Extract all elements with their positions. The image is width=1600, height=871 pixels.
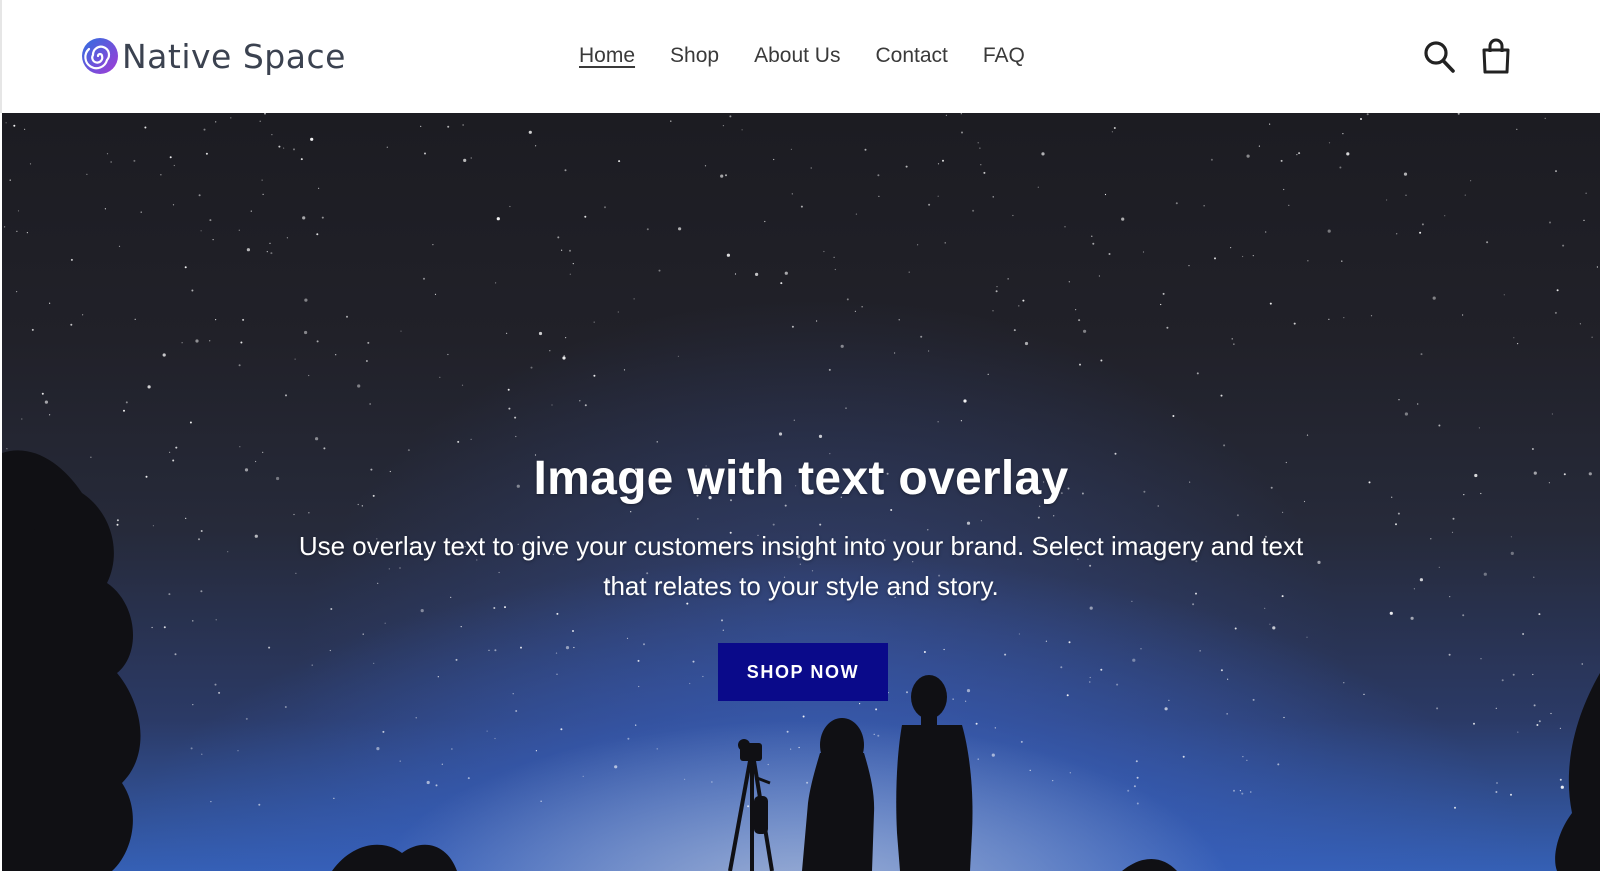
nav-item-faq[interactable]: FAQ [983, 42, 1025, 70]
search-button[interactable] [1422, 38, 1458, 76]
spiral-logo-icon [82, 38, 118, 74]
hero-title: Image with text overlay [533, 452, 1069, 505]
nav-item-contact[interactable]: Contact [875, 42, 947, 70]
hero-banner: Image with text overlay Use overlay text… [2, 113, 1600, 871]
nav-item-home[interactable]: Home [579, 42, 635, 70]
search-icon [1424, 41, 1455, 73]
hero-text-overlay: Image with text overlay Use overlay text… [2, 113, 1600, 871]
shop-now-button[interactable]: SHOP NOW [718, 643, 888, 701]
main-nav: Home Shop About Us Contact FAQ [579, 42, 1060, 70]
cart-button[interactable] [1479, 38, 1515, 76]
site-header: Native Space Home Shop About Us Contact … [0, 0, 1600, 113]
nav-item-about-us[interactable]: About Us [754, 42, 840, 70]
brand-logo[interactable]: Native Space [80, 34, 346, 78]
shopping-bag-icon [1482, 38, 1510, 74]
brand-name: Native Space [122, 36, 346, 76]
nav-item-shop[interactable]: Shop [670, 42, 719, 70]
hero-subtitle: Use overlay text to give your customers … [298, 531, 1304, 601]
